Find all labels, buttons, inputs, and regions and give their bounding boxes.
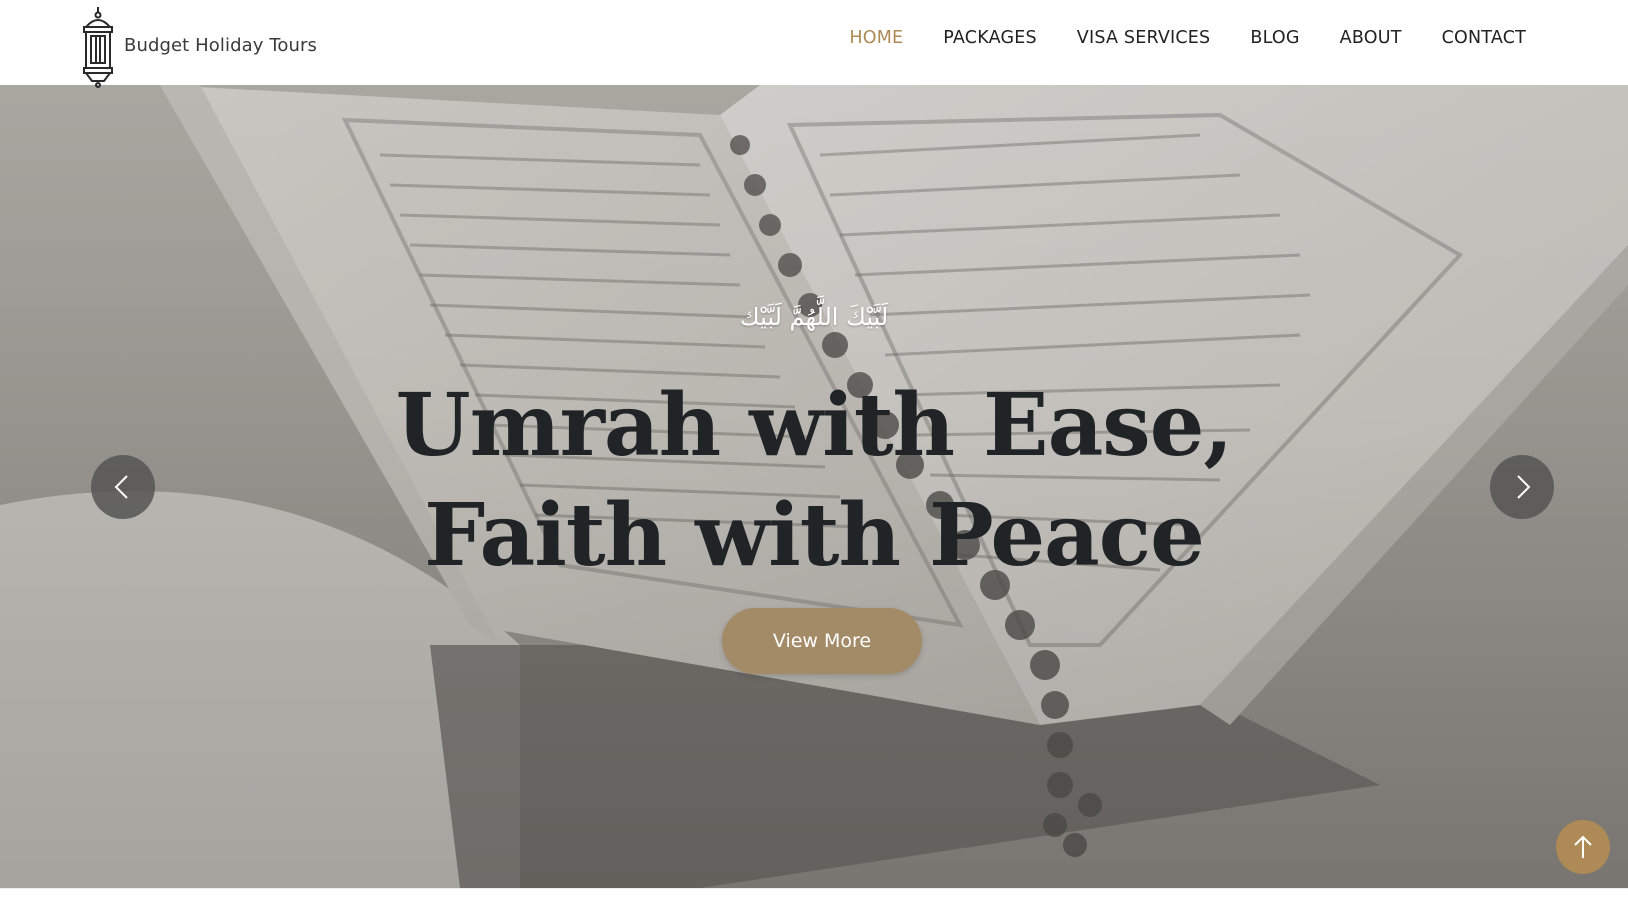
nav-link-home[interactable]: HOME [849,28,903,48]
chevron-left-icon [114,475,128,499]
nav-item-packages: PACKAGES [943,28,1036,48]
brand-link[interactable]: Budget Holiday Tours [76,5,317,89]
bottom-strip [0,888,1628,916]
arrow-up-icon [1574,835,1592,858]
page: Budget Holiday Tours HOME PACKAGES VISA … [0,0,1628,916]
hero-arabic-text: لَبَّيْكَ اللَّهُمَّ لَبَّيْك [739,303,889,331]
hero-slider: لَبَّيْكَ اللَّهُمَّ لَبَّيْك Umrah with… [0,85,1628,888]
chevron-right-icon [1517,475,1531,499]
nav-item-visa-services: VISA SERVICES [1077,28,1211,48]
view-more-button[interactable]: View More [722,608,922,674]
brand-name: Budget Holiday Tours [124,34,317,56]
nav-link-packages[interactable]: PACKAGES [943,28,1036,48]
carousel-prev-button[interactable] [91,455,155,519]
site-header: Budget Holiday Tours HOME PACKAGES VISA … [0,0,1628,88]
nav-link-contact[interactable]: CONTACT [1442,28,1526,48]
hero-title-line-2: Faith with Peace [424,485,1205,586]
hero-title: Umrah with Ease, Faith with Peace [0,371,1628,591]
lantern-icon [83,7,113,88]
nav-item-home: HOME [849,28,903,48]
back-to-top-button[interactable] [1556,820,1610,874]
nav-link-blog[interactable]: BLOG [1250,28,1299,48]
hero-content: لَبَّيْكَ اللَّهُمَّ لَبَّيْك Umrah with… [0,85,1628,888]
nav-link-about[interactable]: ABOUT [1340,28,1402,48]
carousel-next-button[interactable] [1490,455,1554,519]
nav-link-visa-services[interactable]: VISA SERVICES [1077,28,1211,48]
nav-item-contact: CONTACT [1442,28,1526,48]
main-nav: HOME PACKAGES VISA SERVICES BLOG ABOUT C… [849,28,1526,48]
nav-item-about: ABOUT [1340,28,1402,48]
hero-title-line-1: Umrah with Ease, [395,375,1234,476]
nav-item-blog: BLOG [1250,28,1299,48]
